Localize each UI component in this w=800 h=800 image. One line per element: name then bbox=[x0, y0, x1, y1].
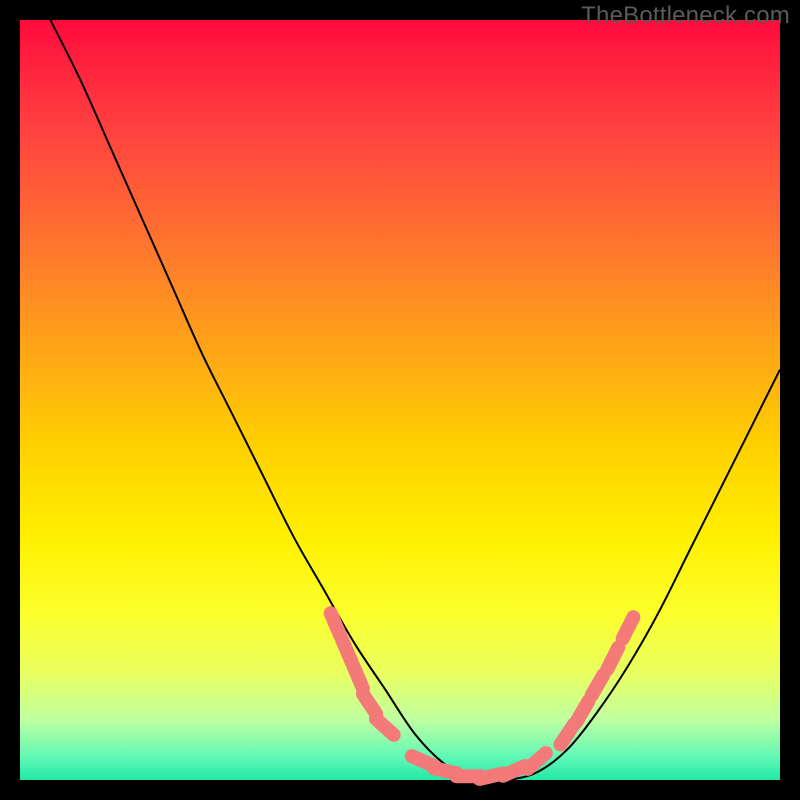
curve-marker bbox=[623, 617, 634, 638]
curve-marker bbox=[342, 640, 351, 662]
curve-marker bbox=[607, 648, 618, 669]
curve-marker bbox=[592, 675, 604, 696]
curve-markers bbox=[331, 613, 634, 779]
curve-marker bbox=[354, 666, 363, 688]
curve-marker bbox=[376, 719, 394, 735]
curve-marker bbox=[561, 724, 574, 744]
curve-layer bbox=[20, 20, 780, 780]
curve-marker bbox=[528, 753, 546, 769]
curve-marker bbox=[576, 701, 588, 722]
curve-marker bbox=[363, 694, 376, 714]
curve-marker bbox=[331, 613, 340, 635]
chart-frame: TheBottleneck.com bbox=[0, 0, 800, 800]
bottleneck-curve bbox=[50, 20, 780, 781]
